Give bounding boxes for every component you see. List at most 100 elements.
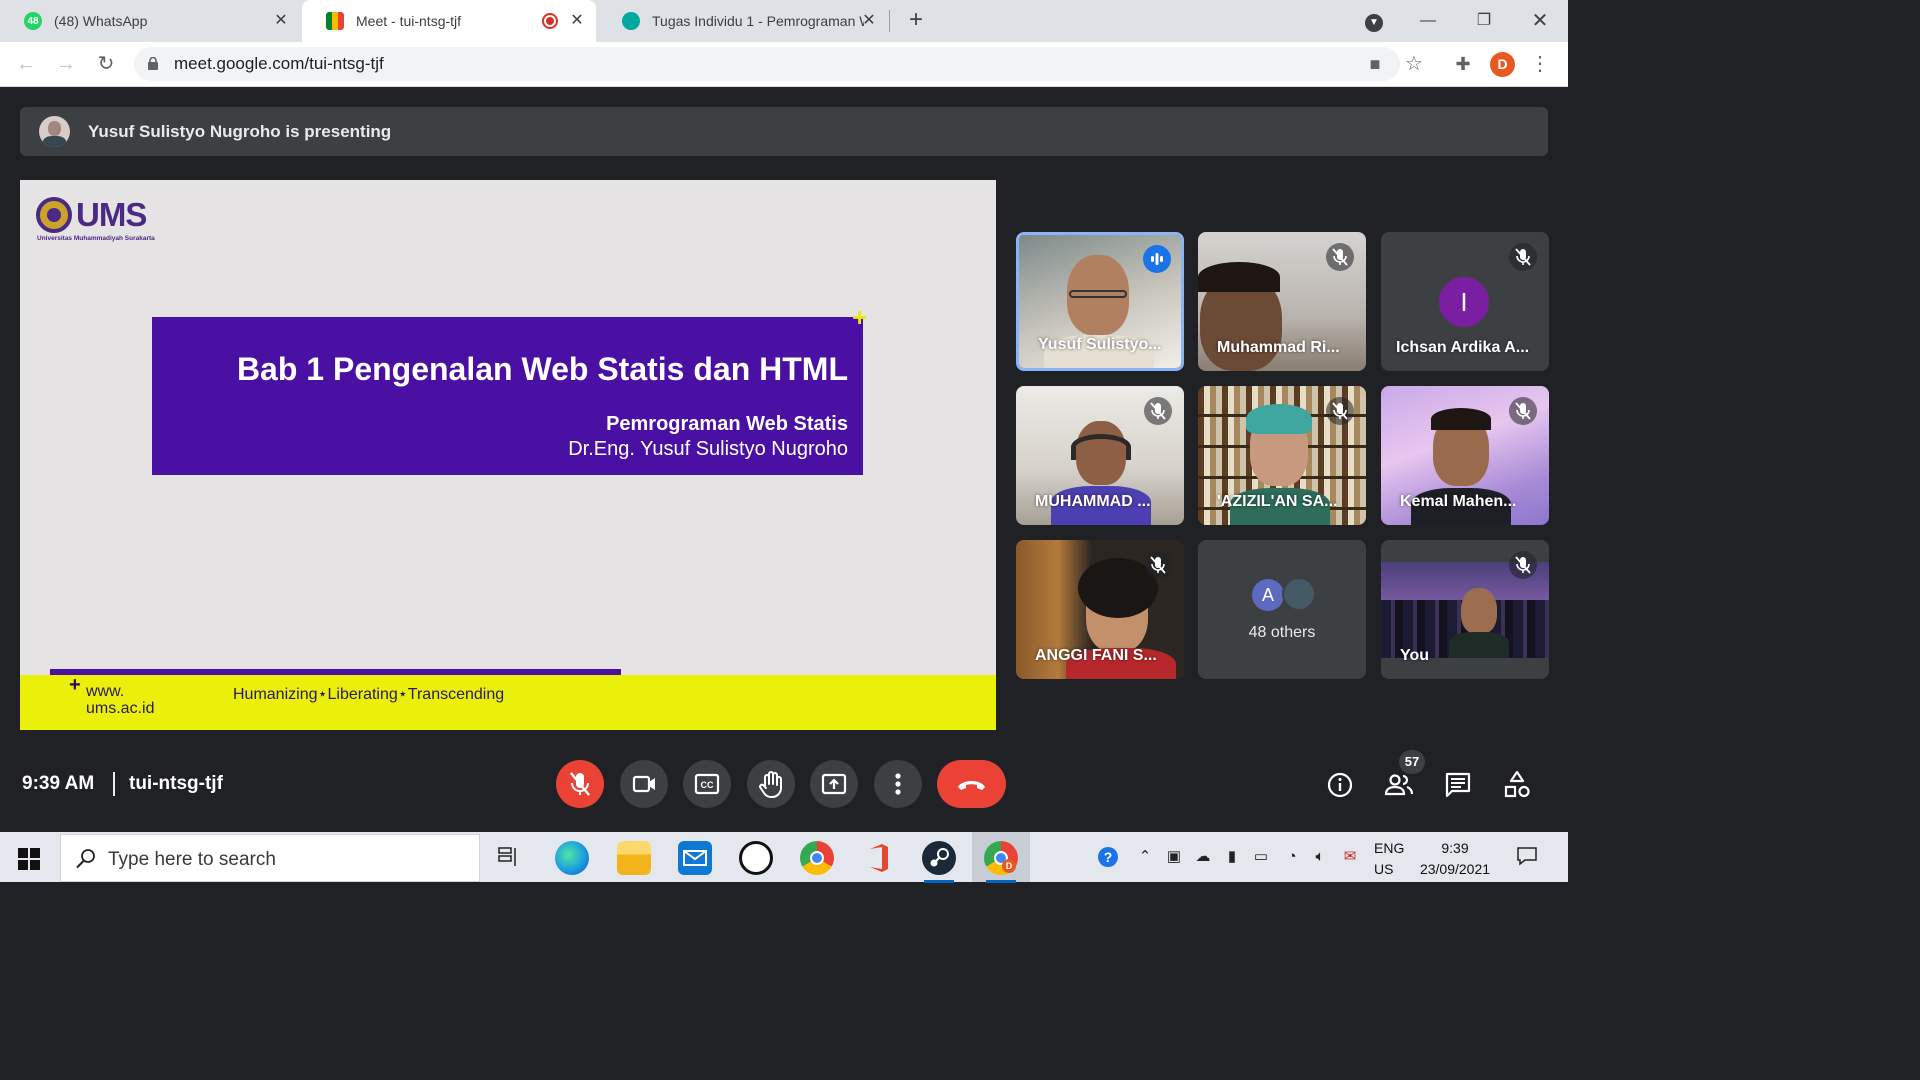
participant-tile[interactable]: Muhammad Ri... [1198,232,1366,371]
presenting-banner: Yusuf Sulistyo Nugroho is presenting [20,107,1548,156]
edge-icon[interactable] [555,841,589,875]
participant-tile[interactable]: MUHAMMAD ... [1016,386,1184,525]
more-options-button[interactable] [874,760,922,808]
address-bar[interactable]: meet.google.com/tui-ntsg-tjf [134,47,1400,81]
help-icon[interactable]: ? [1098,847,1118,867]
lock-icon [148,57,158,70]
close-tab-icon[interactable]: ✕ [860,12,878,30]
participant-avatar: I [1439,277,1489,327]
reload-icon[interactable]: ↻ [92,50,120,78]
windows-start-icon[interactable] [18,848,40,870]
footer-domain: ums.ac.id [86,700,155,717]
participant-tile[interactable]: 'AZIZIL'AN SA... [1198,386,1366,525]
footer-tagline: Humanizing⋆Liberating⋆Transcending [233,686,505,703]
slide-author: Dr.Eng. Yusuf Sulistyo Nugroho [568,438,848,460]
taskbar-search-input[interactable]: Type here to search [60,834,480,882]
participant-tile[interactable]: I Ichsan Ardika A... [1381,232,1549,371]
forward-icon[interactable]: → [52,50,80,78]
tab-search-icon[interactable]: ▼ [1356,6,1392,36]
camera-in-use-icon[interactable]: ■ [1363,52,1387,76]
close-tab-icon[interactable]: ✕ [272,12,290,30]
device-icon[interactable]: ▣ [1164,847,1184,867]
closed-captions-icon: CC [694,773,720,795]
participant-tile[interactable]: Yusuf Sulistyo... [1016,232,1184,371]
extensions-icon[interactable]: ✚ [1451,52,1475,76]
profile-avatar[interactable]: D [1490,52,1515,77]
mic-off-icon [570,772,590,796]
participant-tile-self[interactable]: You [1381,540,1549,679]
office-icon[interactable] [862,841,896,875]
participant-name: You [1400,647,1430,664]
activities-icon[interactable] [1500,768,1534,802]
slide-subtitle: Pemrograman Web Statis [606,413,848,435]
meet-icon [326,12,344,30]
tab-title: Meet - tui-ntsg-tjf [356,13,462,29]
camera-toggle-button[interactable] [620,760,668,808]
footer-website: www. ums.ac.id [86,683,154,717]
hang-up-icon [958,781,985,790]
participant-name: Yusuf Sulistyo... [1038,336,1162,353]
participant-tile[interactable]: ANGGI FANI S... [1016,540,1184,679]
video-camera-icon [632,775,655,793]
close-window-icon[interactable]: ✕ [1522,6,1558,36]
browser-tab-strip: 48 (48) WhatsApp ✕ Meet - tui-ntsg-tjf ✕… [0,0,1568,42]
clock-time: 9:39 [1441,840,1469,856]
chrome-icon[interactable] [800,841,834,875]
others-tile[interactable]: A 48 others [1198,540,1366,679]
menu-icon[interactable]: ⋮ [1528,52,1552,76]
battery-icon[interactable]: ▭ [1251,847,1271,867]
minimize-icon[interactable]: — [1410,6,1446,36]
tab-tugas[interactable]: Tugas Individu 1 - Pemrograman Web Stati… [598,0,888,42]
meeting-info-icon[interactable] [1323,768,1357,802]
close-tab-icon[interactable]: ✕ [568,12,586,30]
logo-subtitle: Universitas Muhammadiyah Surakarta [37,235,155,242]
others-avatar-image [1282,577,1316,611]
others-count: 48 others [1248,624,1316,641]
file-explorer-icon[interactable] [617,841,651,875]
present-now-button[interactable] [810,760,858,808]
clock-date: 23/09/2021 [1419,861,1491,877]
tab-whatsapp[interactable]: 48 (48) WhatsApp ✕ [0,0,300,42]
raise-hand-button[interactable] [747,760,795,808]
back-icon[interactable]: ← [12,50,40,78]
wifi-icon[interactable]: ◔ [1282,847,1302,867]
ums-logo: UMS Universitas Muhammadiyah Surakarta [36,196,166,245]
mail-icon[interactable] [678,841,712,875]
more-vert-icon [895,773,901,795]
participant-name: ANGGI FANI S... [1035,647,1157,664]
onedrive-icon[interactable]: ☁ [1193,847,1213,867]
action-center-icon[interactable] [1516,846,1538,866]
classroom-icon [622,12,640,30]
steam-icon[interactable] [922,841,956,883]
task-view-icon[interactable] [498,847,520,867]
microphone-toggle-button[interactable] [556,760,604,808]
microphone-icon[interactable]: ▮ [1222,847,1242,867]
plus-decoration-icon: + [852,302,868,332]
browser-toolbar: ← → ↻ meet.google.com/tui-ntsg-tjf ■ ☆ ✚… [0,42,1568,87]
search-placeholder: Type here to search [108,849,276,870]
tab-meet[interactable]: Meet - tui-ntsg-tjf ✕ [302,0,596,42]
plus-decoration-icon: + [69,674,81,696]
show-hidden-icons-icon[interactable]: ⌃ [1135,847,1155,867]
app-icon[interactable] [739,841,773,875]
presentation-slide: UMS Universitas Muhammadiyah Surakarta B… [20,180,996,730]
leave-call-button[interactable] [937,760,1006,808]
mic-off-icon [1326,397,1354,425]
chrome-profile-icon[interactable]: D [984,841,1018,883]
logo-text: UMS [76,196,147,233]
presenter-avatar [39,116,70,147]
mic-off-icon [1326,243,1354,271]
bookmark-star-icon[interactable]: ☆ [1402,52,1426,76]
volume-icon[interactable]: 🔈︎ [1310,847,1330,867]
captions-button[interactable]: CC [683,760,731,808]
new-tab-button[interactable]: + [904,8,928,32]
participant-name: Ichsan Ardika A... [1396,339,1530,356]
participant-tile[interactable]: Kemal Mahen... [1381,386,1549,525]
chat-icon[interactable] [1441,768,1475,802]
restore-icon[interactable]: ❐ [1466,6,1502,36]
notification-app-icon[interactable]: ✉ [1340,847,1360,867]
system-clock[interactable]: 9:39 23/09/2021 [1416,838,1494,880]
input-language[interactable]: ENG US [1374,838,1404,880]
tab-title: (48) WhatsApp [54,13,148,29]
tab-separator [889,10,890,32]
